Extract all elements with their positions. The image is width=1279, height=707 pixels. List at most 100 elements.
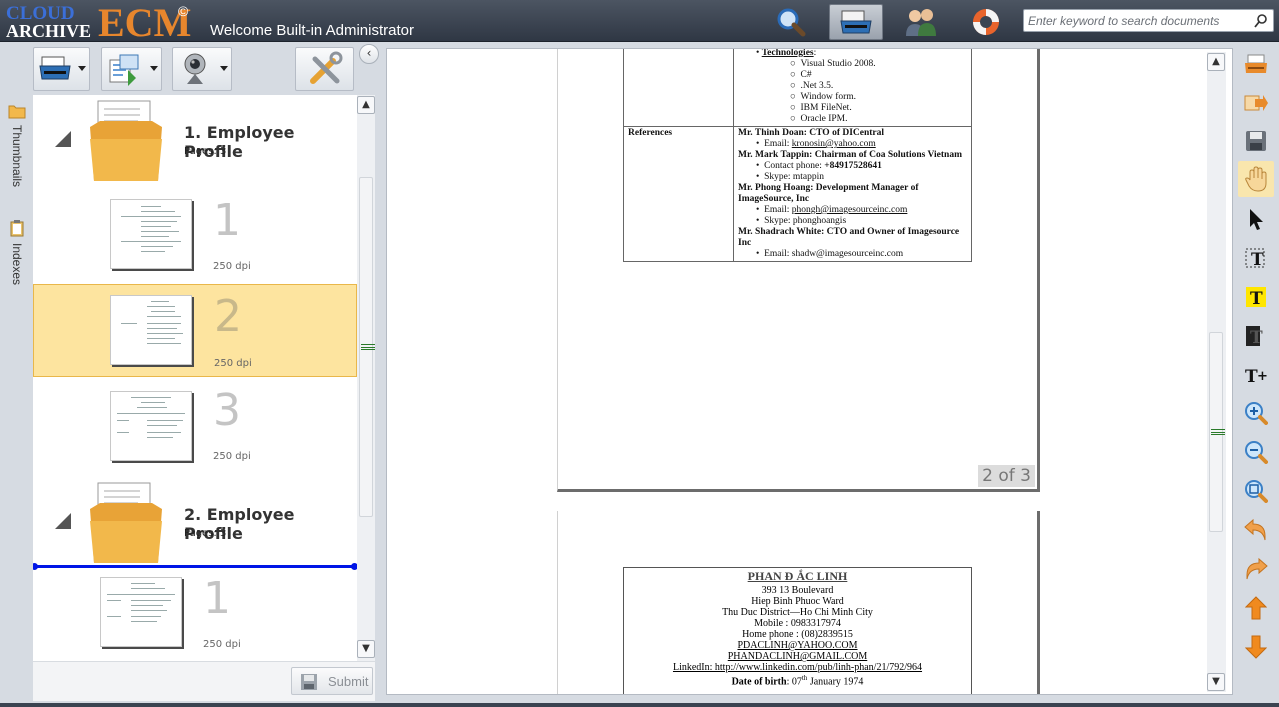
drop-indicator: [33, 563, 357, 570]
undo-button[interactable]: [1238, 512, 1274, 548]
document-page-3: PHAN Đ ẮC LINH 393 13 Boulevard Hiep Bin…: [557, 511, 1040, 694]
webcam-button[interactable]: [172, 47, 232, 91]
thumbnail-row-selected[interactable]: 2 250 dpi: [33, 284, 357, 377]
webcam-dropdown-caret[interactable]: [220, 66, 228, 71]
collapse-panel-button[interactable]: ‹: [359, 44, 379, 64]
scan-dropdown-caret[interactable]: [78, 66, 86, 71]
scan-to-tray-icon: [1245, 54, 1267, 73]
reference-email: • Email: phongh@imagesourceinc.com: [756, 205, 908, 215]
pan-hand-icon: [1245, 166, 1267, 192]
folder-page-count: Pages: 3: [184, 528, 227, 539]
scroll-down-button[interactable]: ▼: [357, 640, 375, 658]
page-dpi: 250 dpi: [213, 451, 251, 462]
scroll-up-button[interactable]: ▲: [357, 96, 375, 114]
document-viewer[interactable]: • Technologies: ○ Visual Studio 2008. ○ …: [386, 48, 1233, 695]
tech-item: ○ Window form.: [790, 92, 857, 102]
page-thumbnail[interactable]: [110, 199, 192, 269]
thumbnail-row[interactable]: 1 250 dpi: [33, 191, 357, 287]
import-dropdown-caret[interactable]: [150, 66, 158, 71]
search-submit-icon[interactable]: [1253, 13, 1269, 29]
reference-name: Mr. Shadrach White: CTO and Owner of Ima…: [738, 227, 960, 248]
thumbnail-row[interactable]: 3 250 dpi: [33, 381, 357, 477]
export-arrow-icon: [1244, 95, 1268, 111]
scan-icon: [39, 56, 71, 80]
svg-text:T: T: [1250, 328, 1263, 347]
viewer-scrollbar[interactable]: ▲ ▼: [1207, 52, 1226, 692]
move-down-button[interactable]: [1238, 629, 1274, 665]
redo-icon: [1246, 557, 1268, 580]
webcam-icon: [184, 53, 206, 84]
panel-footer: Submit: [33, 661, 375, 701]
page-thumbnail[interactable]: [110, 391, 192, 461]
zoom-in-button[interactable]: [1238, 395, 1274, 431]
cv-linkedin: LinkedIn: http://www.linkedin.com/pub/li…: [672, 662, 923, 673]
tech-item: ○ C#: [790, 70, 812, 80]
search-nav-button[interactable]: [764, 4, 818, 40]
import-button[interactable]: [101, 47, 162, 91]
select-pointer-icon: [1250, 209, 1263, 230]
users-icon: [906, 9, 936, 36]
page-thumbnail[interactable]: [110, 295, 192, 365]
page-number: 2: [214, 291, 242, 342]
search-box: [1023, 9, 1274, 32]
cv-email: PDACLINH@YAHOO.COM: [737, 640, 858, 651]
reference-name: Mr. Thinh Doan: CTO of DICentral: [738, 128, 885, 138]
move-up-button[interactable]: [1238, 590, 1274, 626]
cv-address-line: Hiep Binh Phuoc Ward: [751, 596, 844, 607]
save-button[interactable]: [1238, 123, 1274, 159]
viewer-scroll-up-button[interactable]: ▲: [1207, 53, 1225, 71]
tab-indexes[interactable]: Indexes: [4, 219, 30, 285]
page-thumbnail[interactable]: [100, 577, 182, 647]
right-toolbar: T T T T +: [1237, 43, 1277, 705]
settings-button[interactable]: [295, 47, 354, 91]
fit-zoom-button[interactable]: [1238, 473, 1274, 509]
add-text-icon: T +: [1245, 367, 1268, 386]
collapse-triangle-icon[interactable]: [55, 513, 71, 529]
add-text-button[interactable]: T +: [1238, 357, 1274, 393]
collapse-triangle-icon[interactable]: [55, 131, 71, 147]
thumbnail-row[interactable]: 1 250 dpi: [33, 569, 357, 661]
svg-text:+: +: [1257, 369, 1268, 384]
logo-archive-text: ARCHIVE: [6, 21, 92, 41]
tab-thumbnails[interactable]: Thumbnails: [4, 103, 30, 187]
app-logo: CLOUD ARCHIVE ECM ©: [6, 0, 196, 45]
submit-button[interactable]: Submit: [291, 667, 373, 695]
text-highlight-button[interactable]: T: [1238, 279, 1274, 315]
folder-row[interactable]: 2. Employee Profile Pages: 3: [33, 477, 357, 572]
left-toolbar: ‹: [32, 43, 380, 93]
users-nav-button[interactable]: [894, 4, 948, 40]
zoom-in-icon: [1245, 402, 1268, 425]
cv-address-line: Thu Duc District—Ho Chi Minh City: [722, 607, 873, 618]
page-dpi: 250 dpi: [213, 261, 251, 272]
viewer-scroll-down-button[interactable]: ▼: [1207, 673, 1225, 691]
select-tool-button[interactable]: [1238, 201, 1274, 237]
text-blackout-button[interactable]: T: [1238, 318, 1274, 354]
tab-thumbnails-label: Thumbnails: [10, 125, 24, 188]
viewer-scroll-thumb[interactable]: [1209, 332, 1225, 532]
help-nav-button[interactable]: [959, 4, 1013, 40]
cv-home-phone: Home phone : (08)2839515: [742, 629, 853, 640]
scan-to-tray-button[interactable]: [1238, 46, 1274, 82]
scan-button[interactable]: [33, 47, 90, 91]
tech-item: ○ IBM FileNet.: [790, 103, 852, 113]
scan-nav-button[interactable]: [829, 4, 883, 40]
folder-open-icon: [90, 482, 162, 563]
zoom-out-button[interactable]: [1238, 434, 1274, 470]
tree-scrollbar[interactable]: ▲ ▼: [357, 95, 375, 661]
pan-tool-button[interactable]: [1238, 161, 1274, 197]
text-redact-button[interactable]: T: [1238, 240, 1274, 276]
scroll-thumb[interactable]: [359, 177, 375, 517]
reference-phone: • Contact phone: +84917528641: [756, 161, 882, 171]
cv-mobile: Mobile : 0983317974: [754, 618, 841, 629]
text-highlight-icon: T: [1246, 287, 1266, 308]
export-button[interactable]: [1238, 85, 1274, 121]
tech-item: ○ Oracle IPM.: [790, 114, 848, 124]
search-input[interactable]: [1028, 12, 1248, 29]
scanner-icon: [840, 10, 872, 34]
redo-button[interactable]: [1238, 551, 1274, 587]
search-icon: [777, 8, 806, 37]
folder-page-count: Pages: 3: [184, 146, 227, 157]
submit-label: Submit: [328, 674, 369, 689]
folder-row[interactable]: 1. Employee Profile Pages: 3: [33, 95, 357, 190]
undo-icon: [1244, 518, 1266, 541]
